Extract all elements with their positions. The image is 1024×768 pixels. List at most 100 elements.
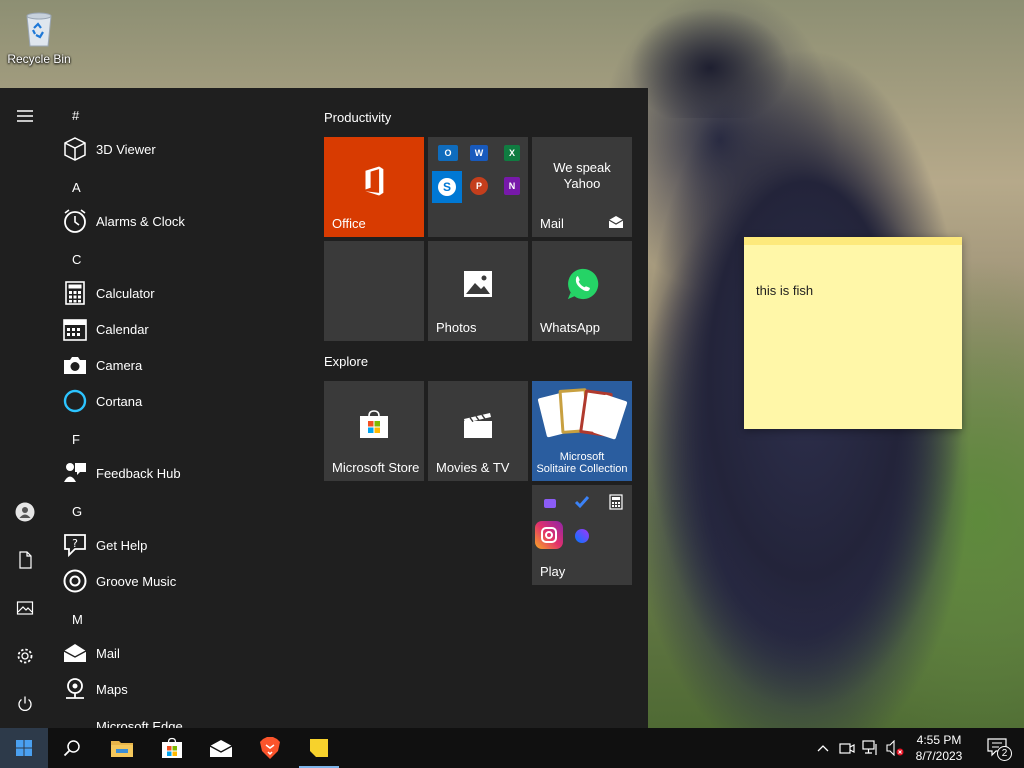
- power-button[interactable]: [0, 684, 50, 724]
- pictures-button[interactable]: [0, 588, 50, 628]
- app-mail[interactable]: Mail: [62, 635, 298, 671]
- skype-icon: S: [432, 171, 462, 203]
- calendar-icon: [62, 316, 88, 342]
- store-icon: [162, 737, 182, 758]
- instagram-icon: [535, 521, 563, 549]
- tile-play-folder[interactable]: Play: [532, 485, 632, 585]
- sticky-note[interactable]: this is fish: [744, 237, 962, 429]
- volume-button[interactable]: [884, 728, 906, 768]
- app-maps[interactable]: Maps: [62, 671, 298, 707]
- tile-office-apps-folder[interactable]: O W X S P N: [428, 137, 528, 237]
- mail-icon: [209, 740, 233, 757]
- start-rail: [0, 88, 50, 728]
- app-name: 3D Viewer: [96, 141, 156, 157]
- mail-preview-line2: Yahoo: [563, 176, 601, 191]
- file-explorer-button[interactable]: [98, 728, 146, 768]
- tile-label: Office: [332, 216, 366, 231]
- tile-whatsapp[interactable]: WhatsApp: [532, 241, 632, 341]
- notification-count-badge: 2: [997, 746, 1012, 761]
- solitaire-label: Microsoft Solitaire Collection: [532, 451, 632, 475]
- tile-photos[interactable]: Photos: [428, 241, 528, 341]
- app-calculator[interactable]: Calculator: [62, 275, 298, 311]
- envelope-icon: [608, 216, 624, 228]
- start-button[interactable]: [0, 728, 48, 768]
- settings-button[interactable]: [0, 636, 50, 676]
- brave-browser-button[interactable]: [246, 728, 294, 768]
- app-name: Alarms & Clock: [96, 213, 185, 229]
- app-calendar[interactable]: Calendar: [62, 311, 298, 347]
- letter-header[interactable]: A: [72, 180, 81, 195]
- app-groove-music[interactable]: Groove Music: [62, 563, 298, 599]
- hamburger-icon: [17, 110, 33, 122]
- skype-letter: S: [438, 178, 456, 196]
- action-center-button[interactable]: 2: [978, 728, 1018, 768]
- app-name: Microsoft Edge: [96, 718, 183, 729]
- mail-preview-line1: We speak: [553, 160, 611, 175]
- letter-header[interactable]: F: [72, 432, 80, 447]
- sticky-notes-button[interactable]: [295, 728, 343, 768]
- taskbar-clock[interactable]: 4:55 PM 8/7/2023: [906, 732, 972, 764]
- app-microsoft-edge[interactable]: Microsoft Edge: [62, 708, 298, 729]
- app-list: # 3D Viewer A Alarms & Clock C Calculato…: [50, 88, 300, 728]
- app-alarms-clock[interactable]: Alarms & Clock: [62, 203, 298, 239]
- meet-now-button[interactable]: [836, 728, 858, 768]
- letter-header[interactable]: G: [72, 504, 82, 519]
- app-get-help[interactable]: ? Get Help: [62, 527, 298, 563]
- tile-label: Play: [540, 564, 566, 579]
- wallpaper-rooster-comb: [630, 8, 800, 118]
- feedback-icon: [62, 460, 88, 486]
- tile-mail[interactable]: We speak Yahoo Mail: [532, 137, 632, 237]
- show-hidden-icons-button[interactable]: [812, 728, 834, 768]
- user-account-button[interactable]: [0, 492, 50, 532]
- tile-label: Photos: [436, 320, 477, 335]
- clipchamp-icon: [544, 499, 556, 508]
- app-name: Feedback Hub: [96, 465, 181, 481]
- clock-date: 8/7/2023: [915, 749, 963, 763]
- mail-icon: [62, 640, 88, 666]
- brave-lion-icon: [260, 737, 280, 759]
- pictures-icon: [16, 601, 34, 615]
- solitaire-label-line1: Microsoft: [559, 451, 605, 463]
- documents-button[interactable]: [0, 540, 50, 580]
- network-icon: [862, 740, 877, 755]
- tile-solitaire[interactable]: Microsoft Solitaire Collection: [532, 381, 632, 481]
- sticky-note-text[interactable]: this is fish: [744, 245, 962, 298]
- maps-icon: [62, 676, 88, 702]
- app-feedback-hub[interactable]: Feedback Hub: [62, 455, 298, 491]
- messenger-icon: [575, 529, 589, 543]
- tile-movies-tv[interactable]: Movies & TV: [428, 381, 528, 481]
- tile-label: Movies & TV: [436, 460, 510, 475]
- tile-label: Microsoft Store: [332, 460, 420, 475]
- settings-icon: [17, 648, 33, 664]
- tile-microsoft-store[interactable]: Microsoft Store: [324, 381, 424, 481]
- store-taskbar-button[interactable]: [148, 728, 196, 768]
- expand-menu-button[interactable]: [0, 96, 50, 136]
- power-icon: [18, 696, 32, 711]
- excel-icon: X: [504, 145, 520, 161]
- tile-office[interactable]: Office: [324, 137, 424, 237]
- app-name: Calculator: [96, 285, 155, 301]
- network-button[interactable]: [860, 728, 882, 768]
- letter-header[interactable]: M: [72, 612, 83, 627]
- recycle-bin-shortcut[interactable]: Recycle Bin: [4, 6, 74, 76]
- clock-time: 4:55 PM: [916, 733, 962, 747]
- chevron-up-icon: [817, 745, 829, 752]
- tile-label: WhatsApp: [540, 320, 600, 335]
- group-label-explore[interactable]: Explore: [324, 354, 368, 369]
- app-camera[interactable]: Camera: [62, 347, 298, 383]
- camera-icon: [62, 352, 88, 378]
- app-3d-viewer[interactable]: 3D Viewer: [62, 131, 298, 167]
- app-cortana[interactable]: Cortana: [62, 383, 298, 419]
- video-camera-icon: [839, 743, 855, 754]
- tile-empty[interactable]: [324, 241, 424, 341]
- speaker-muted-icon: [886, 740, 904, 756]
- letter-header[interactable]: #: [72, 108, 79, 123]
- search-button[interactable]: [48, 728, 96, 768]
- app-name: Mail: [96, 645, 120, 661]
- letter-header[interactable]: C: [72, 252, 81, 267]
- documents-icon: [19, 551, 32, 569]
- group-label-productivity[interactable]: Productivity: [324, 110, 391, 125]
- user-icon: [15, 502, 35, 522]
- mail-taskbar-button[interactable]: [197, 728, 245, 768]
- start-menu: # 3D Viewer A Alarms & Clock C Calculato…: [0, 88, 648, 728]
